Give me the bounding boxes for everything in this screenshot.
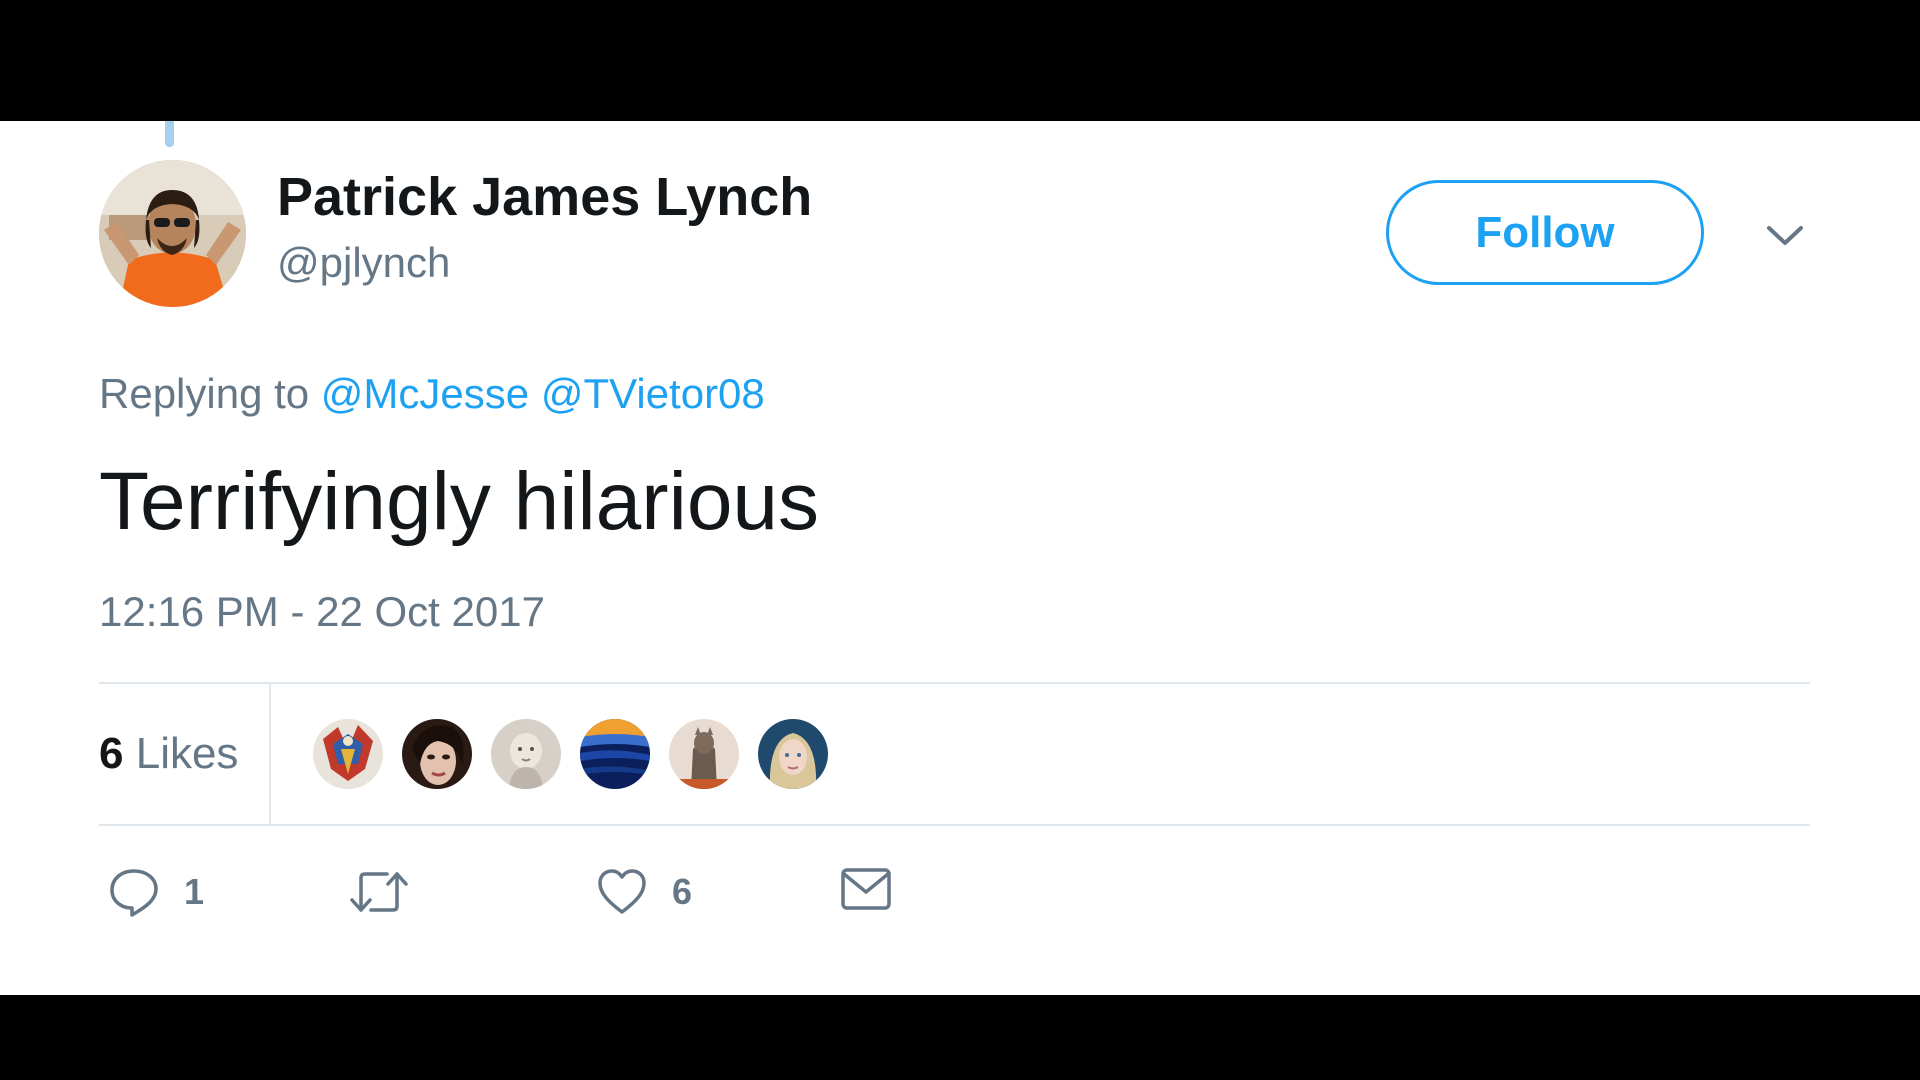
direct-message-button[interactable] (840, 866, 892, 912)
liker-avatar[interactable] (578, 717, 652, 791)
like-button[interactable]: 6 (596, 866, 692, 918)
author-handle[interactable]: @pjlynch (277, 239, 450, 287)
chevron-down-icon[interactable] (1762, 213, 1808, 259)
divider (99, 682, 1810, 684)
like-count: 6 (672, 871, 693, 912)
liker-avatar[interactable] (756, 717, 830, 791)
tweet-text: Terrifyingly hilarious (99, 456, 820, 547)
heart-icon (598, 869, 646, 914)
divider (99, 824, 1810, 826)
liker-avatars (311, 717, 830, 791)
envelope-icon (841, 868, 891, 910)
reply-context: Replying to @McJesse @TVietor08 (99, 370, 765, 418)
author-avatar[interactable] (99, 160, 246, 307)
likes-count: 6 (99, 729, 124, 778)
reply-context-prefix: Replying to (99, 370, 321, 417)
liker-avatar[interactable] (489, 717, 563, 791)
follow-button[interactable]: Follow (1386, 180, 1704, 285)
liker-avatar[interactable] (667, 717, 741, 791)
thread-line (165, 121, 174, 147)
likes-label: Likes (135, 729, 239, 778)
retweet-button[interactable] (349, 866, 409, 918)
retweet-icon (350, 872, 408, 912)
tweet-card: Patrick James Lynch @pjlynch Follow Repl… (0, 121, 1920, 995)
reply-icon (110, 869, 158, 917)
mention-link[interactable]: @TVietor08 (541, 370, 765, 417)
liker-avatar[interactable] (400, 717, 474, 791)
likes-stat[interactable]: 6 Likes (99, 729, 238, 779)
reply-button[interactable]: 1 (108, 866, 204, 918)
mention-link[interactable]: @McJesse (321, 370, 529, 417)
stats-divider (269, 684, 271, 826)
reply-count: 1 (184, 871, 205, 912)
liker-avatar[interactable] (311, 717, 385, 791)
author-display-name[interactable]: Patrick James Lynch (277, 166, 812, 228)
tweet-timestamp[interactable]: 12:16 PM - 22 Oct 2017 (99, 588, 545, 636)
